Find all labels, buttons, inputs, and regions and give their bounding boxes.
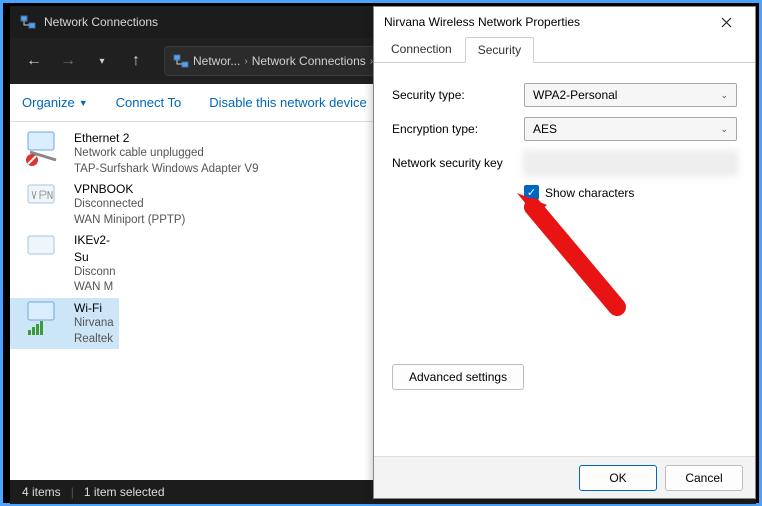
caret-down-icon: ▼ [79,98,88,108]
connection-adapter: WAN M [74,280,116,296]
chevron-down-icon[interactable]: ▾ [88,47,116,75]
connection-adapter: WAN Miniport (PPTP) [74,213,185,229]
connection-adapter: Realtek [74,332,114,348]
disable-device-button[interactable]: Disable this network device [209,95,367,110]
chevron-right-icon: › [244,56,247,67]
connection-name: IKEv2-Su [74,232,116,264]
chevron-down-icon: ⌄ [720,90,728,101]
tab-strip: Connection Security [374,37,755,63]
wifi-icon [22,300,66,338]
vpn-icon [22,181,66,219]
network-key-input[interactable] [524,151,737,175]
vpn-icon [22,232,66,270]
network-icon [20,14,36,30]
connection-name: VPNBOOK [74,181,185,197]
connection-item-ikev2[interactable]: IKEv2-Su Disconn WAN M [10,230,119,297]
ethernet-icon [22,130,66,168]
connection-item-wifi[interactable]: Wi-Fi Nirvana Realtek [10,298,119,349]
dialog-footer: OK Cancel [374,456,755,498]
selection-count: 1 item selected [84,485,165,499]
crumb-1[interactable]: Networ... [193,54,240,68]
advanced-settings-button[interactable]: Advanced settings [392,364,524,390]
connection-status: Disconnected [74,197,185,213]
connection-adapter: TAP-Surfshark Windows Adapter V9 [74,162,259,178]
crumb-2[interactable]: Network Connections [252,54,366,68]
close-button[interactable] [707,7,745,37]
back-button[interactable]: ← [20,47,48,75]
window-title: Network Connections [44,15,158,29]
connection-name: Ethernet 2 [74,130,259,146]
cancel-button[interactable]: Cancel [665,465,743,491]
up-button[interactable]: ↑ [122,47,150,75]
connection-item-vpnbook[interactable]: VPNBOOK Disconnected WAN Miniport (PPTP) [10,179,266,230]
properties-dialog: Nirvana Wireless Network Properties Conn… [373,6,756,499]
connection-list: Ethernet 2 Network cable unplugged TAP-S… [10,122,375,480]
connection-status: Network cable unplugged [74,146,259,162]
chevron-down-icon: ⌄ [720,124,728,135]
security-type-select[interactable]: WPA2-Personal ⌄ [524,83,737,107]
show-characters-label: Show characters [545,186,634,200]
connect-to-button[interactable]: Connect To [116,95,182,110]
dialog-title: Nirvana Wireless Network Properties [384,15,707,29]
tab-security[interactable]: Security [465,37,534,63]
connection-name: Wi-Fi [74,300,114,316]
network-icon [173,53,189,69]
tab-connection[interactable]: Connection [378,36,465,62]
dialog-titlebar: Nirvana Wireless Network Properties [374,7,755,37]
network-key-label: Network security key [392,156,516,170]
show-characters-checkbox[interactable]: ✓ [524,185,539,200]
connection-item-ethernet[interactable]: Ethernet 2 Network cable unplugged TAP-S… [10,128,266,179]
forward-button[interactable]: → [54,47,82,75]
connection-status: Nirvana [74,316,114,332]
security-type-label: Security type: [392,88,516,102]
encryption-type-label: Encryption type: [392,122,516,136]
organize-menu[interactable]: Organize ▼ [22,95,88,110]
item-count: 4 items [22,485,61,499]
ok-button[interactable]: OK [579,465,657,491]
connection-status: Disconn [74,265,116,281]
encryption-type-select[interactable]: AES ⌄ [524,117,737,141]
